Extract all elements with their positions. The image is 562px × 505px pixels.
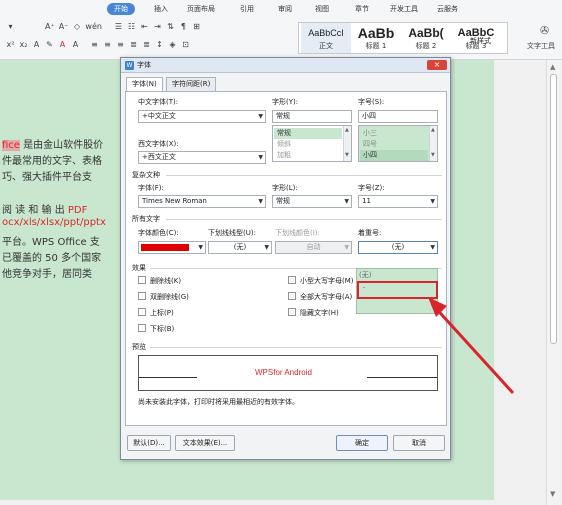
arrow-head	[428, 297, 447, 317]
arrow-shaft	[430, 302, 515, 395]
annotation-arrow	[428, 297, 515, 395]
